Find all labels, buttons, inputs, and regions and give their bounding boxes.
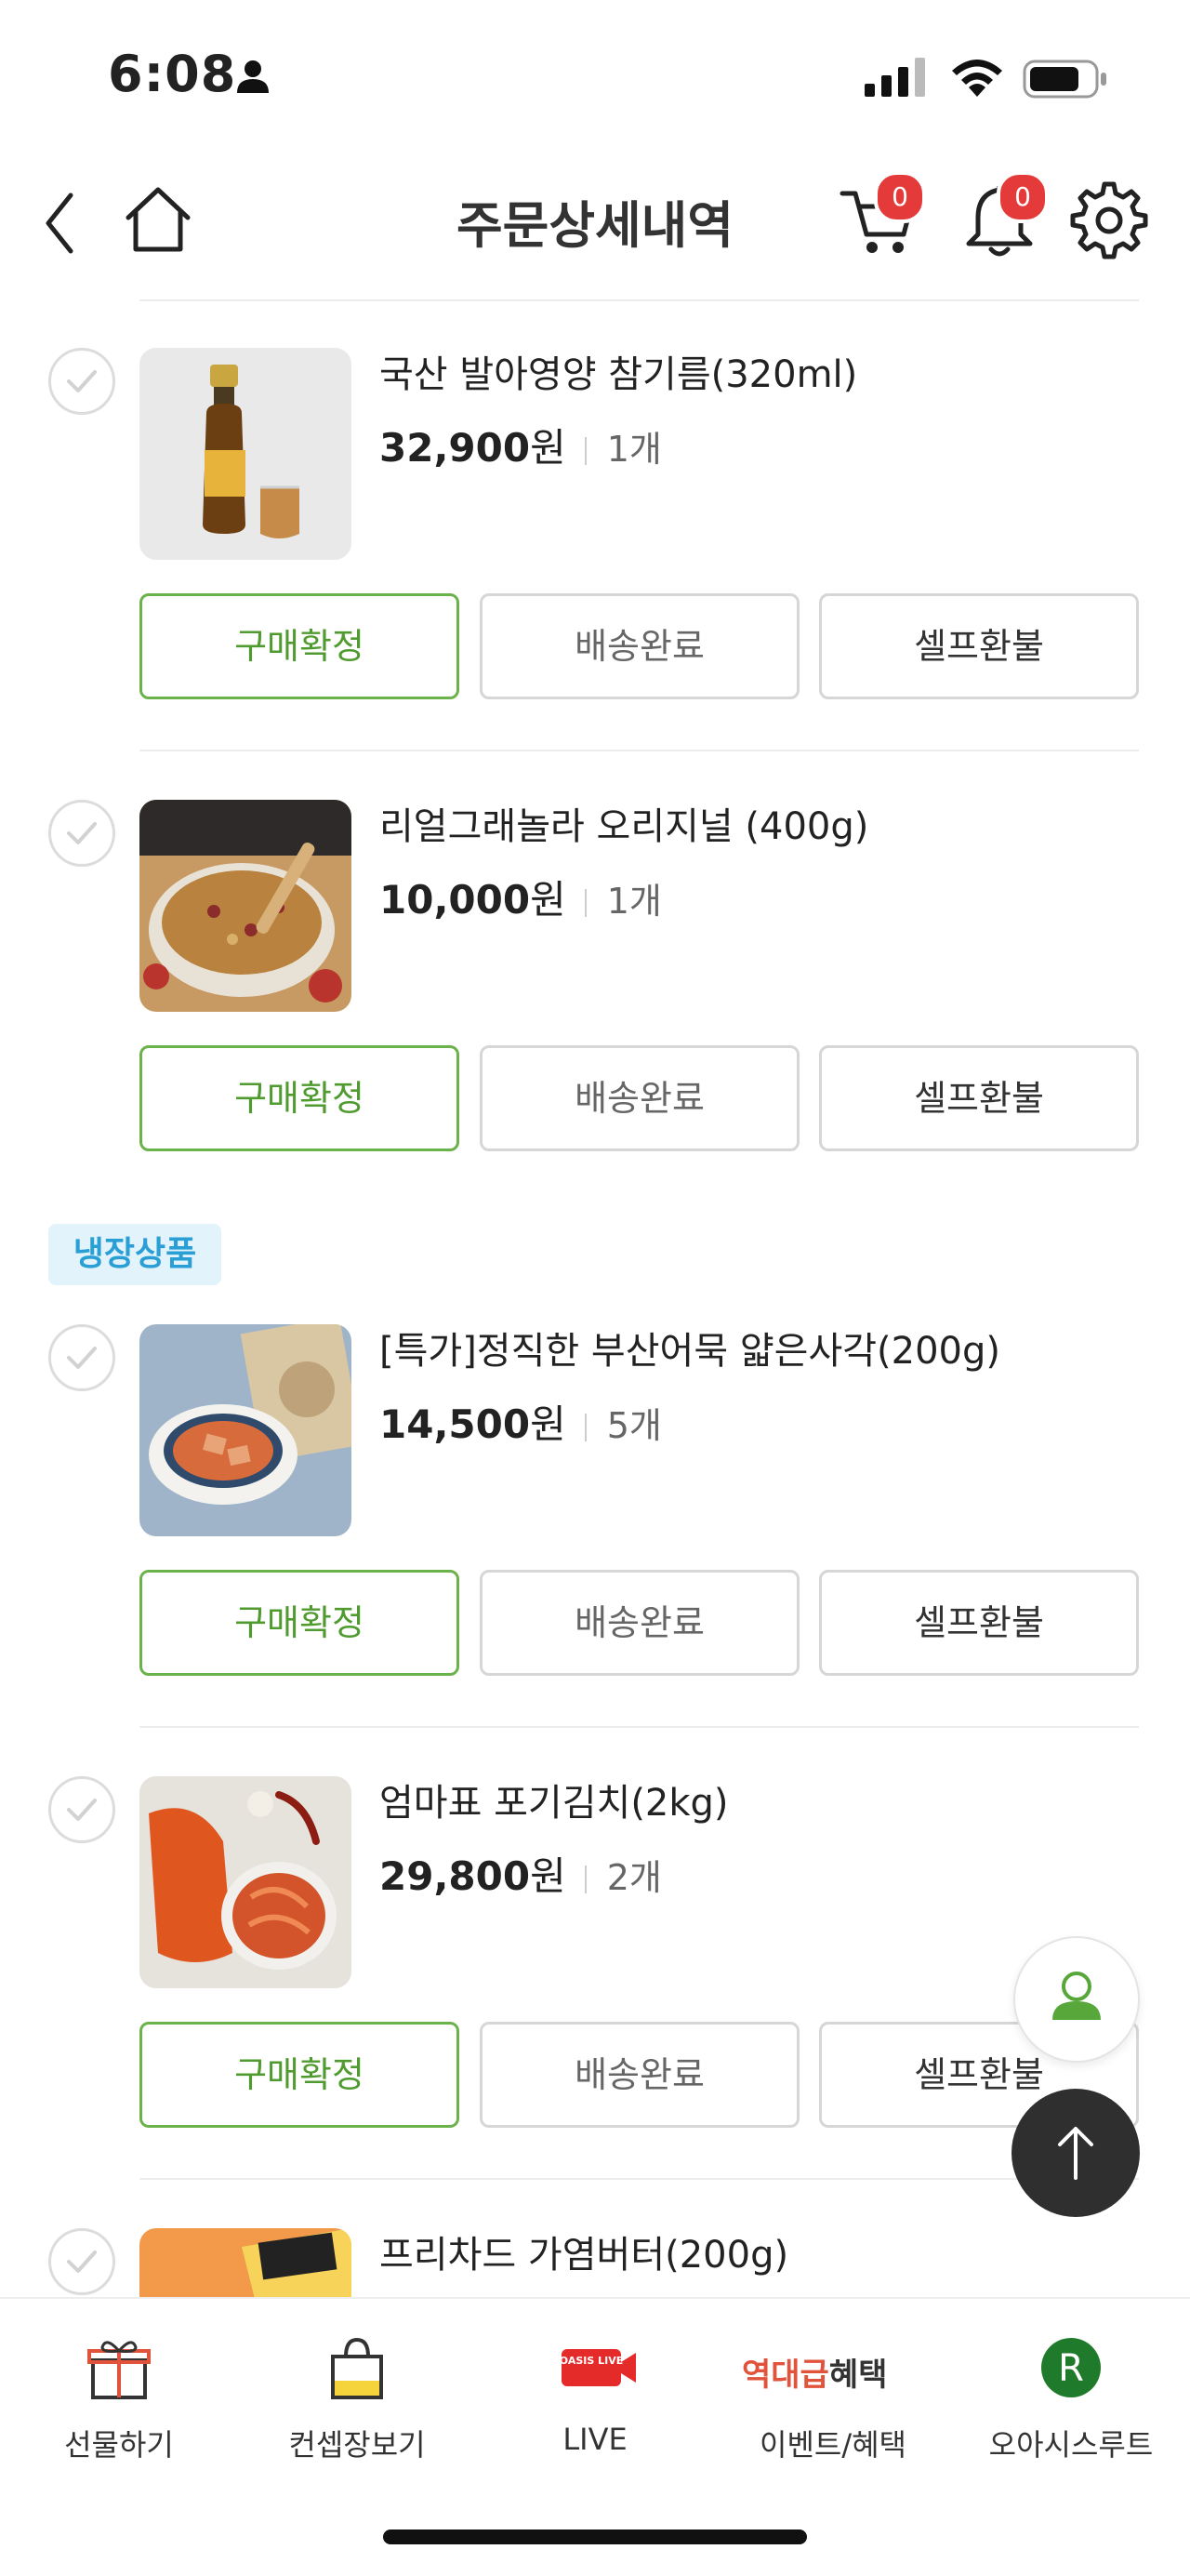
- product-image-kimchi[interactable]: [139, 1776, 351, 1988]
- oasis-root-icon: R: [1041, 2338, 1101, 2397]
- select-checkbox[interactable]: [48, 2228, 115, 2295]
- shopping-bag-icon: [331, 2337, 383, 2399]
- separator: [584, 1413, 587, 1441]
- person-icon: [237, 60, 269, 93]
- product-image-granola[interactable]: [139, 800, 351, 1012]
- purchase-confirm-button[interactable]: 구매확정: [139, 2022, 459, 2128]
- self-refund-button[interactable]: 셀프환불: [819, 1570, 1139, 1676]
- status-time: 6:08: [108, 45, 237, 103]
- product-name[interactable]: 국산 발아영양 참기름(320ml): [379, 344, 857, 398]
- nav-oasis-root[interactable]: R 오아시스루트: [952, 2330, 1190, 2479]
- nav-events[interactable]: 역대급혜택 이벤트/혜택: [714, 2330, 952, 2479]
- notification-count-badge: 0: [997, 171, 1049, 223]
- check-icon: [67, 1347, 97, 1369]
- product-quantity: 1개: [606, 881, 662, 922]
- nav-label: 오아시스루트: [988, 2427, 1154, 2463]
- select-checkbox[interactable]: [48, 1324, 115, 1391]
- product-image-butter[interactable]: [139, 2228, 351, 2297]
- gift-icon: [87, 2341, 151, 2399]
- product-name[interactable]: [특가]정직한 부산어묵 얇은사각(200g): [379, 1321, 1000, 1374]
- self-refund-button[interactable]: 셀프환불: [819, 1045, 1139, 1151]
- nav-label: LIVE: [562, 2422, 628, 2457]
- separator: [584, 436, 587, 465]
- order-item: 엄마표 포기김치(2kg) 29,800원 2개 구매확정 배송완료 셀프환불: [0, 1726, 1190, 2128]
- product-quantity: 1개: [606, 429, 662, 470]
- product-name[interactable]: 리얼그래놀라 오리지널 (400g): [379, 796, 868, 850]
- product-price: 10,000: [379, 877, 531, 923]
- order-item: 국산 발아영양 참기름(320ml) 32,900원 1개 구매확정 배송완료 셀…: [0, 298, 1190, 699]
- svg-text:R: R: [1058, 2347, 1084, 2390]
- separator: [584, 888, 587, 917]
- product-price-row: 10,000원 1개: [379, 869, 662, 925]
- product-price: 14,500: [379, 1401, 531, 1447]
- separator: [584, 1865, 587, 1893]
- check-icon: [67, 822, 97, 844]
- product-price-row: 14,500원 5개: [379, 1393, 662, 1450]
- self-refund-button[interactable]: 셀프환불: [819, 593, 1139, 699]
- nav-gift[interactable]: 선물하기: [0, 2330, 238, 2479]
- product-quantity: 5개: [606, 1405, 662, 1446]
- order-item: [특가]정직한 부산어묵 얇은사각(200g) 14,500원 5개 구매확정 배…: [0, 1274, 1190, 1676]
- nav-label: 선물하기: [64, 2427, 174, 2463]
- product-price-row: 29,800원 2개: [379, 1845, 662, 1902]
- currency-unit: 원: [530, 1401, 566, 1447]
- nav-label: 컨셉장보기: [288, 2427, 426, 2463]
- purchase-confirm-button[interactable]: 구매확정: [139, 593, 459, 699]
- product-name[interactable]: 프리차드 가염버터(200g): [379, 2224, 788, 2278]
- select-checkbox[interactable]: [48, 800, 115, 867]
- product-quantity: 2개: [606, 1857, 662, 1898]
- svg-text:OASIS LIVE: OASIS LIVE: [560, 2355, 623, 2367]
- wifi-icon: [952, 60, 1002, 97]
- battery-icon: [1023, 60, 1106, 99]
- currency-unit: 원: [530, 877, 566, 923]
- order-item-list: 국산 발아영양 참기름(320ml) 32,900원 1개 구매확정 배송완료 셀…: [0, 298, 1190, 2297]
- event-benefit-icon: 역대급혜택: [742, 2349, 928, 2396]
- select-checkbox[interactable]: [48, 1776, 115, 1843]
- select-checkbox[interactable]: [48, 348, 115, 415]
- check-icon: [67, 1799, 97, 1821]
- settings-gear-icon[interactable]: [1067, 177, 1151, 260]
- top-header: 주문상세내역: [0, 149, 1190, 298]
- arrow-up-icon: [1058, 2127, 1093, 2180]
- scroll-to-top-button[interactable]: [1012, 2089, 1140, 2217]
- nav-concept-shopping[interactable]: 컨셉장보기: [238, 2330, 476, 2479]
- delivery-complete-button[interactable]: 배송완료: [480, 2022, 800, 2128]
- nav-live[interactable]: OASIS LIVE LIVE: [476, 2330, 714, 2479]
- event-badge-text-dark: 혜택: [828, 2357, 888, 2394]
- check-icon: [67, 2251, 97, 2273]
- product-image-sesame-oil[interactable]: [139, 348, 351, 560]
- delivery-complete-button[interactable]: 배송완료: [480, 1570, 800, 1676]
- oasis-live-icon: OASIS LIVE: [560, 2349, 636, 2386]
- nav-label: 이벤트/혜택: [760, 2427, 906, 2463]
- cart-count-badge: 0: [874, 171, 926, 223]
- purchase-confirm-button[interactable]: 구매확정: [139, 1570, 459, 1676]
- delivery-complete-button[interactable]: 배송완료: [480, 593, 800, 699]
- status-bar: 6:08: [0, 0, 1190, 149]
- product-price: 32,900: [379, 425, 531, 471]
- purchase-confirm-button[interactable]: 구매확정: [139, 1045, 459, 1151]
- currency-unit: 원: [530, 425, 566, 471]
- order-item: 리얼그래놀라 오리지널 (400g) 10,000원 1개 구매확정 배송완료 셀…: [0, 750, 1190, 1151]
- product-image-fish-cake[interactable]: [139, 1324, 351, 1536]
- my-page-floating-button[interactable]: [1013, 1936, 1140, 2063]
- product-price-row: 32,900원 1개: [379, 417, 662, 473]
- currency-unit: 원: [530, 1853, 566, 1899]
- cellular-signal-icon: [865, 58, 925, 97]
- check-icon: [67, 370, 97, 392]
- home-indicator: [383, 2530, 807, 2544]
- event-badge-text-red: 역대급: [742, 2357, 829, 2394]
- product-price: 29,800: [379, 1853, 531, 1899]
- user-icon: [1052, 1972, 1101, 2020]
- delivery-complete-button[interactable]: 배송완료: [480, 1045, 800, 1151]
- product-name[interactable]: 엄마표 포기김치(2kg): [379, 1773, 729, 1826]
